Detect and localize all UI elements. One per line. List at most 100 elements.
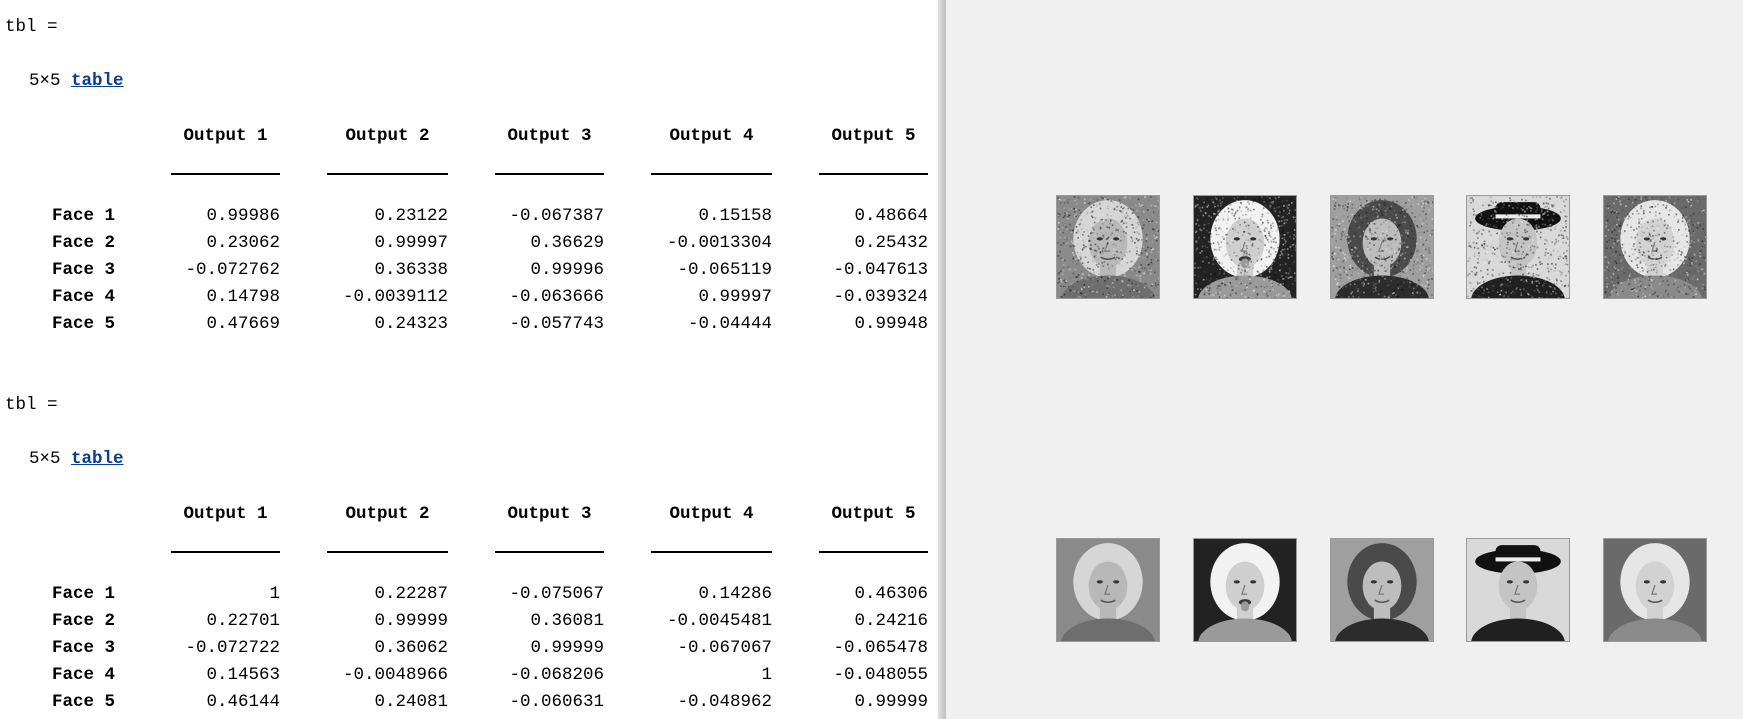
row-header-face-1: Face 1 bbox=[52, 584, 116, 604]
column-header-underline bbox=[651, 551, 772, 553]
table-output-2: tbl = 5×5 table Output 1 Output 2 Output 3 Ou… bbox=[0, 378, 938, 719]
row-header-face-3: Face 3 bbox=[52, 638, 116, 658]
column-header-underline bbox=[327, 551, 448, 553]
column-header-underline bbox=[819, 173, 928, 175]
table-cell: -0.0048966 bbox=[342, 665, 448, 685]
table-cell: -0.075067 bbox=[509, 584, 604, 604]
variable-name-line: tbl = bbox=[5, 17, 58, 37]
table-cell: 0.23062 bbox=[206, 233, 280, 253]
column-header-underline bbox=[495, 173, 604, 175]
table-output-1: tbl = 5×5 table Output 1 Output 2 Output 3 Ou… bbox=[0, 0, 938, 341]
face-4-noisy-image bbox=[1466, 195, 1570, 299]
row-header-face-4: Face 4 bbox=[52, 287, 116, 307]
table-cell: -0.072762 bbox=[185, 260, 280, 280]
column-header-underline bbox=[651, 173, 772, 175]
column-header-output-3: Output 3 bbox=[507, 126, 592, 146]
table-cell: 0.99999 bbox=[854, 692, 928, 712]
table-cell: 0.36081 bbox=[530, 611, 604, 631]
table-cell: 0.99948 bbox=[854, 314, 928, 334]
table-cell: 0.23122 bbox=[374, 206, 448, 226]
table-cell: 0.36062 bbox=[374, 638, 448, 658]
table-cell: 0.99996 bbox=[530, 260, 604, 280]
table-cell: 0.24216 bbox=[854, 611, 928, 631]
table-cell: 1 bbox=[761, 665, 772, 685]
table-cell: 0.36338 bbox=[374, 260, 448, 280]
table-cell: 1 bbox=[269, 584, 280, 604]
table-cell: 0.22701 bbox=[206, 611, 280, 631]
column-header-output-4: Output 4 bbox=[669, 126, 754, 146]
face-2-clean-image bbox=[1193, 538, 1297, 642]
column-header-underline bbox=[171, 173, 280, 175]
table-cell: -0.0013304 bbox=[666, 233, 772, 253]
table-cell: 0.14798 bbox=[206, 287, 280, 307]
face-3-noisy-image bbox=[1330, 195, 1434, 299]
table-cell: 0.36629 bbox=[530, 233, 604, 253]
figure-window bbox=[946, 0, 1743, 719]
column-header-underline bbox=[495, 551, 604, 553]
table-cell: -0.04444 bbox=[687, 314, 772, 334]
column-header-output-5: Output 5 bbox=[831, 126, 916, 146]
table-link[interactable]: table bbox=[71, 449, 124, 469]
table-size-line: 5×5 table bbox=[29, 71, 124, 91]
table-cell: 0.14286 bbox=[698, 584, 772, 604]
table-cell: -0.039324 bbox=[833, 287, 928, 307]
table-cell: 0.22287 bbox=[374, 584, 448, 604]
row-header-face-3: Face 3 bbox=[52, 260, 116, 280]
face-5-noisy-image bbox=[1603, 195, 1707, 299]
column-header-output-5: Output 5 bbox=[831, 504, 916, 524]
table-size-text: 5×5 bbox=[29, 71, 72, 91]
table-cell: -0.067387 bbox=[509, 206, 604, 226]
row-header-face-2: Face 2 bbox=[52, 233, 116, 253]
table-cell: -0.047613 bbox=[833, 260, 928, 280]
table-link[interactable]: table bbox=[71, 71, 124, 91]
row-header-face-4: Face 4 bbox=[52, 665, 116, 685]
table-cell: -0.065478 bbox=[833, 638, 928, 658]
row-header-face-1: Face 1 bbox=[52, 206, 116, 226]
face-1-clean-image bbox=[1056, 538, 1160, 642]
table-cell: -0.065119 bbox=[677, 260, 772, 280]
row-header-face-5: Face 5 bbox=[52, 314, 116, 334]
column-header-output-4: Output 4 bbox=[669, 504, 754, 524]
table-cell: 0.25432 bbox=[854, 233, 928, 253]
table-cell: -0.067067 bbox=[677, 638, 772, 658]
face-5-clean-image bbox=[1603, 538, 1707, 642]
table-cell: 0.15158 bbox=[698, 206, 772, 226]
variable-name-line: tbl = bbox=[5, 395, 58, 415]
table-cell: 0.47669 bbox=[206, 314, 280, 334]
column-header-output-3: Output 3 bbox=[507, 504, 592, 524]
table-cell: -0.072722 bbox=[185, 638, 280, 658]
table-cell: -0.048962 bbox=[677, 692, 772, 712]
face-4-clean-image bbox=[1466, 538, 1570, 642]
column-header-underline bbox=[819, 551, 928, 553]
table-cell: -0.0039112 bbox=[342, 287, 448, 307]
table-cell: 0.46144 bbox=[206, 692, 280, 712]
table-cell: -0.060631 bbox=[509, 692, 604, 712]
table-cell: 0.24323 bbox=[374, 314, 448, 334]
table-cell: 0.99997 bbox=[374, 233, 448, 253]
table-cell: 0.48664 bbox=[854, 206, 928, 226]
column-header-output-2: Output 2 bbox=[345, 126, 430, 146]
row-header-face-5: Face 5 bbox=[52, 692, 116, 712]
column-header-underline bbox=[327, 173, 448, 175]
table-cell: -0.068206 bbox=[509, 665, 604, 685]
table-cell: 0.99986 bbox=[206, 206, 280, 226]
table-cell: 0.99999 bbox=[530, 638, 604, 658]
face-3-clean-image bbox=[1330, 538, 1434, 642]
pane-splitter[interactable] bbox=[938, 0, 946, 719]
column-header-output-1: Output 1 bbox=[183, 126, 268, 146]
column-header-underline bbox=[171, 551, 280, 553]
column-header-output-1: Output 1 bbox=[183, 504, 268, 524]
table-cell: 0.14563 bbox=[206, 665, 280, 685]
table-size-line: 5×5 table bbox=[29, 449, 124, 469]
command-window[interactable]: tbl = 5×5 table Output 1 Output 2 Output 3 Ou… bbox=[0, 0, 938, 719]
table-cell: -0.048055 bbox=[833, 665, 928, 685]
table-cell: 0.99997 bbox=[698, 287, 772, 307]
table-cell: 0.46306 bbox=[854, 584, 928, 604]
face-1-noisy-image bbox=[1056, 195, 1160, 299]
table-cell: 0.24081 bbox=[374, 692, 448, 712]
row-header-face-2: Face 2 bbox=[52, 611, 116, 631]
table-cell: -0.0045481 bbox=[666, 611, 772, 631]
table-cell: -0.063666 bbox=[509, 287, 604, 307]
column-header-output-2: Output 2 bbox=[345, 504, 430, 524]
table-cell: -0.057743 bbox=[509, 314, 604, 334]
